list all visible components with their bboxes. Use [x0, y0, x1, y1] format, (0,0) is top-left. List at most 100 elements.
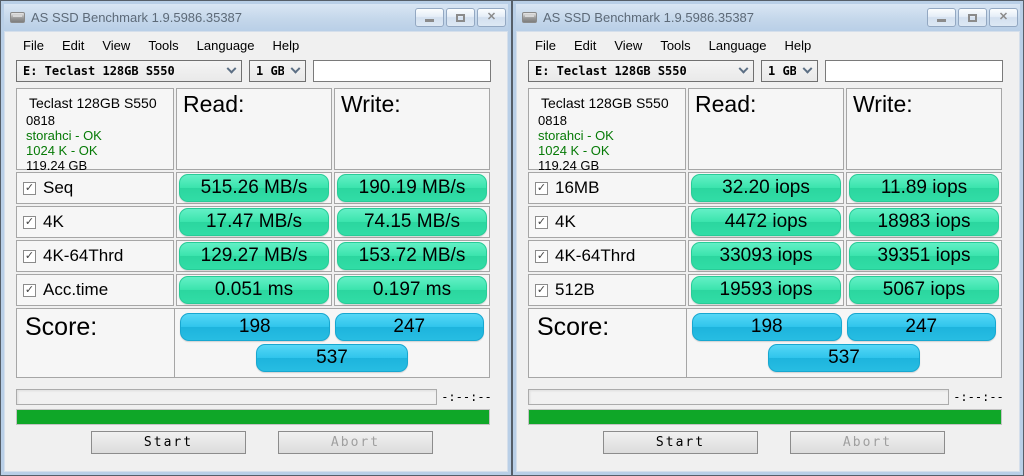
row-label-16mb: 16MB [528, 172, 686, 204]
checkbox-16mb[interactable] [535, 182, 548, 195]
read-result: 33093 iops [691, 242, 841, 270]
menu-file[interactable]: File [14, 35, 53, 56]
menu-language[interactable]: Language [700, 35, 776, 56]
write-result: 39351 iops [849, 242, 999, 270]
drive-select[interactable]: E: Teclast 128GB S550 [16, 60, 242, 82]
menu-edit[interactable]: Edit [53, 35, 93, 56]
result-cell: 18983 iops [846, 206, 1002, 238]
result-cell: 129.27 MB/s [176, 240, 332, 272]
titlebar[interactable]: AS SSD Benchmark 1.9.5986.35387 ✕ [516, 4, 1020, 31]
firmware-version: 0818 [26, 113, 164, 128]
results-table: Teclast 128GB S550 0818 storahci - OK 10… [16, 88, 490, 306]
driver-status: storahci - OK [538, 128, 676, 143]
test-label: 4K [43, 212, 64, 232]
compare-field[interactable] [313, 60, 491, 82]
result-cell: 19593 iops [688, 274, 844, 306]
row-label-512b: 512B [528, 274, 686, 306]
menu-help[interactable]: Help [776, 35, 821, 56]
time-remaining: -:--:-- [949, 390, 1008, 404]
test-size-select[interactable]: 1 GB [249, 60, 306, 82]
menu-edit[interactable]: Edit [565, 35, 605, 56]
result-cell: 17.47 MB/s [176, 206, 332, 238]
result-cell: 515.26 MB/s [176, 172, 332, 204]
write-score: 247 [847, 313, 997, 341]
checkbox-4k[interactable] [535, 216, 548, 229]
row-label-4k: 4K [16, 206, 174, 238]
write-score: 247 [335, 313, 485, 341]
time-remaining: -:--:-- [437, 390, 496, 404]
write-result: 18983 iops [849, 208, 999, 236]
row-label-4k: 4K [528, 206, 686, 238]
minimize-button[interactable] [927, 8, 956, 27]
start-button[interactable]: Start [91, 431, 246, 454]
total-score: 537 [768, 344, 920, 372]
minimize-button[interactable] [415, 8, 444, 27]
score-section: Score: 198 247 537 [528, 308, 1002, 378]
menu-help[interactable]: Help [264, 35, 309, 56]
chevron-down-icon [227, 63, 237, 73]
window-controls: ✕ [415, 8, 506, 27]
write-result: 153.72 MB/s [337, 242, 487, 270]
test-label: Seq [43, 178, 73, 198]
score-values: 198 247 537 [175, 309, 489, 377]
result-cell: 74.15 MB/s [334, 206, 490, 238]
test-label: 512B [555, 280, 595, 300]
menu-file[interactable]: File [526, 35, 565, 56]
write-result: 74.15 MB/s [337, 208, 487, 236]
drive-select-value: E: Teclast 128GB S550 [23, 64, 220, 78]
result-cell: 11.89 iops [846, 172, 1002, 204]
abort-button[interactable]: Abort [278, 431, 433, 454]
write-result: 5067 iops [849, 276, 999, 304]
chevron-down-icon [803, 63, 813, 73]
menubar: File Edit View Tools Language Help [526, 33, 1008, 57]
write-result: 11.89 iops [849, 174, 999, 202]
score-values: 198 247 537 [687, 309, 1001, 377]
checkbox-4k[interactable] [23, 216, 36, 229]
menu-view[interactable]: View [605, 35, 651, 56]
checkbox-512b[interactable] [535, 284, 548, 297]
menu-view[interactable]: View [93, 35, 139, 56]
checkbox-acctime[interactable] [23, 284, 36, 297]
checkbox-seq[interactable] [23, 182, 36, 195]
menu-tools[interactable]: Tools [139, 35, 187, 56]
row-label-4k64: 4K-64Thrd [528, 240, 686, 272]
chevron-down-icon [739, 63, 749, 73]
drive-name: Teclast 128GB S550 [538, 94, 676, 113]
menu-language[interactable]: Language [188, 35, 264, 56]
read-column-header: Read: [688, 88, 844, 170]
close-button[interactable]: ✕ [477, 8, 506, 27]
read-result: 4472 iops [691, 208, 841, 236]
drive-select-value: E: Teclast 128GB S550 [535, 64, 732, 78]
read-result: 32.20 iops [691, 174, 841, 202]
drive-select[interactable]: E: Teclast 128GB S550 [528, 60, 754, 82]
minimize-icon [937, 19, 946, 22]
checkbox-4k64[interactable] [535, 250, 548, 263]
test-size-select[interactable]: 1 GB [761, 60, 818, 82]
maximize-button[interactable] [446, 8, 475, 27]
row-label-acctime: Acc.time [16, 274, 174, 306]
test-size-value: 1 GB [256, 64, 284, 78]
client-area: File Edit View Tools Language Help E: Te… [516, 31, 1020, 472]
test-label: 4K-64Thrd [555, 246, 635, 266]
read-result: 515.26 MB/s [179, 174, 329, 202]
checkbox-4k64[interactable] [23, 250, 36, 263]
read-result: 17.47 MB/s [179, 208, 329, 236]
write-result: 190.19 MB/s [337, 174, 487, 202]
action-buttons: Start Abort [528, 431, 1008, 454]
write-column-header: Write: [334, 88, 490, 170]
chevron-down-icon [291, 63, 301, 73]
alignment-status: 1024 K - OK [538, 143, 676, 158]
read-result: 19593 iops [691, 276, 841, 304]
result-cell: 0.051 ms [176, 274, 332, 306]
menu-tools[interactable]: Tools [651, 35, 699, 56]
start-button[interactable]: Start [603, 431, 758, 454]
score-label: Score: [529, 309, 687, 377]
abort-button[interactable]: Abort [790, 431, 945, 454]
progress-row: -:--:-- [16, 389, 496, 405]
compare-field[interactable] [825, 60, 1003, 82]
maximize-button[interactable] [958, 8, 987, 27]
close-icon: ✕ [487, 12, 496, 23]
titlebar[interactable]: AS SSD Benchmark 1.9.5986.35387 ✕ [4, 4, 508, 31]
close-button[interactable]: ✕ [989, 8, 1018, 27]
app-window-right: AS SSD Benchmark 1.9.5986.35387 ✕ File E… [512, 0, 1024, 476]
